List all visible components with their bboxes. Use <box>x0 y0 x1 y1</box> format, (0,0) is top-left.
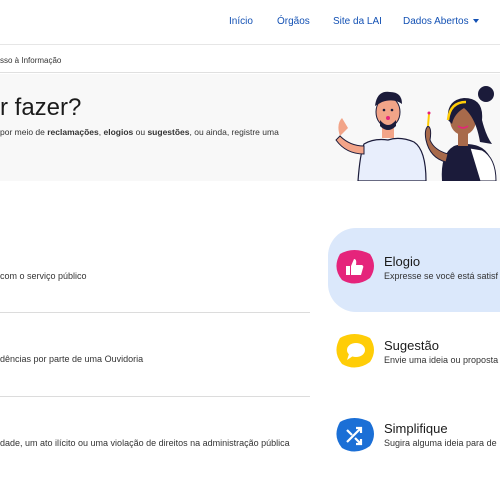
hero-desc-suffix: , ou ainda, registre uma <box>189 127 279 137</box>
hero-keyword-elogios: elogios <box>103 127 134 137</box>
card-description: Sugira alguma ideia para de <box>384 438 497 448</box>
hero-desc-separator: ou <box>133 127 148 137</box>
breadcrumb-divider <box>0 72 500 73</box>
hero-description: por meio de reclamações, elogios ou suge… <box>0 126 279 138</box>
breadcrumb[interactable]: sso à Informação <box>0 56 61 65</box>
list-item-reclamacao-desc[interactable]: com o serviço público <box>0 271 87 281</box>
card-title: Sugestão <box>384 338 439 353</box>
list-item-irregularidade-desc[interactable]: dade, um ato ilícito ou uma violação de … <box>0 438 290 448</box>
page-title: r fazer? <box>0 94 82 121</box>
hero-desc-prefix: por meio de <box>0 127 48 137</box>
nav-dropdown-dados-abertos[interactable]: Dados Abertos <box>403 16 479 27</box>
nav-dropdown-label: Dados Abertos <box>403 16 469 27</box>
nav-link-inicio[interactable]: Início <box>229 16 253 27</box>
hero-keyword-reclamacoes: reclamações <box>47 127 99 137</box>
card-title: Simplifique <box>384 421 448 436</box>
header-divider <box>0 44 500 45</box>
card-title: Elogio <box>384 254 421 269</box>
nav-link-site-lai[interactable]: Site da LAI <box>333 16 382 27</box>
card-description: Envie uma ideia ou proposta <box>384 355 499 365</box>
card-simplifique[interactable]: Simplifique Sugira alguma ideia para de <box>328 414 500 474</box>
card-elogio[interactable]: Elogio Expresse se você está satisf <box>328 228 500 312</box>
chat-bubble-icon <box>336 334 374 368</box>
thumbs-up-icon <box>336 250 374 284</box>
people-illustration <box>335 86 497 181</box>
list-divider <box>0 312 310 313</box>
card-sugestao[interactable]: Sugestão Envie uma ideia ou proposta <box>328 330 500 390</box>
list-item-denuncia-desc[interactable]: dências por parte de uma Ouvidoria <box>0 354 143 364</box>
hero-banner: r fazer? por meio de reclamações, elogio… <box>0 74 500 181</box>
card-description: Expresse se você está satisf <box>384 271 499 281</box>
nav-link-orgaos[interactable]: Órgãos <box>277 16 310 27</box>
shuffle-arrows-icon <box>336 418 374 452</box>
caret-down-icon <box>472 19 479 23</box>
list-divider <box>0 396 310 397</box>
top-navigation: Início Órgãos Site da LAI Dados Abertos <box>0 0 500 44</box>
hero-keyword-sugestoes: sugestões <box>147 127 190 137</box>
